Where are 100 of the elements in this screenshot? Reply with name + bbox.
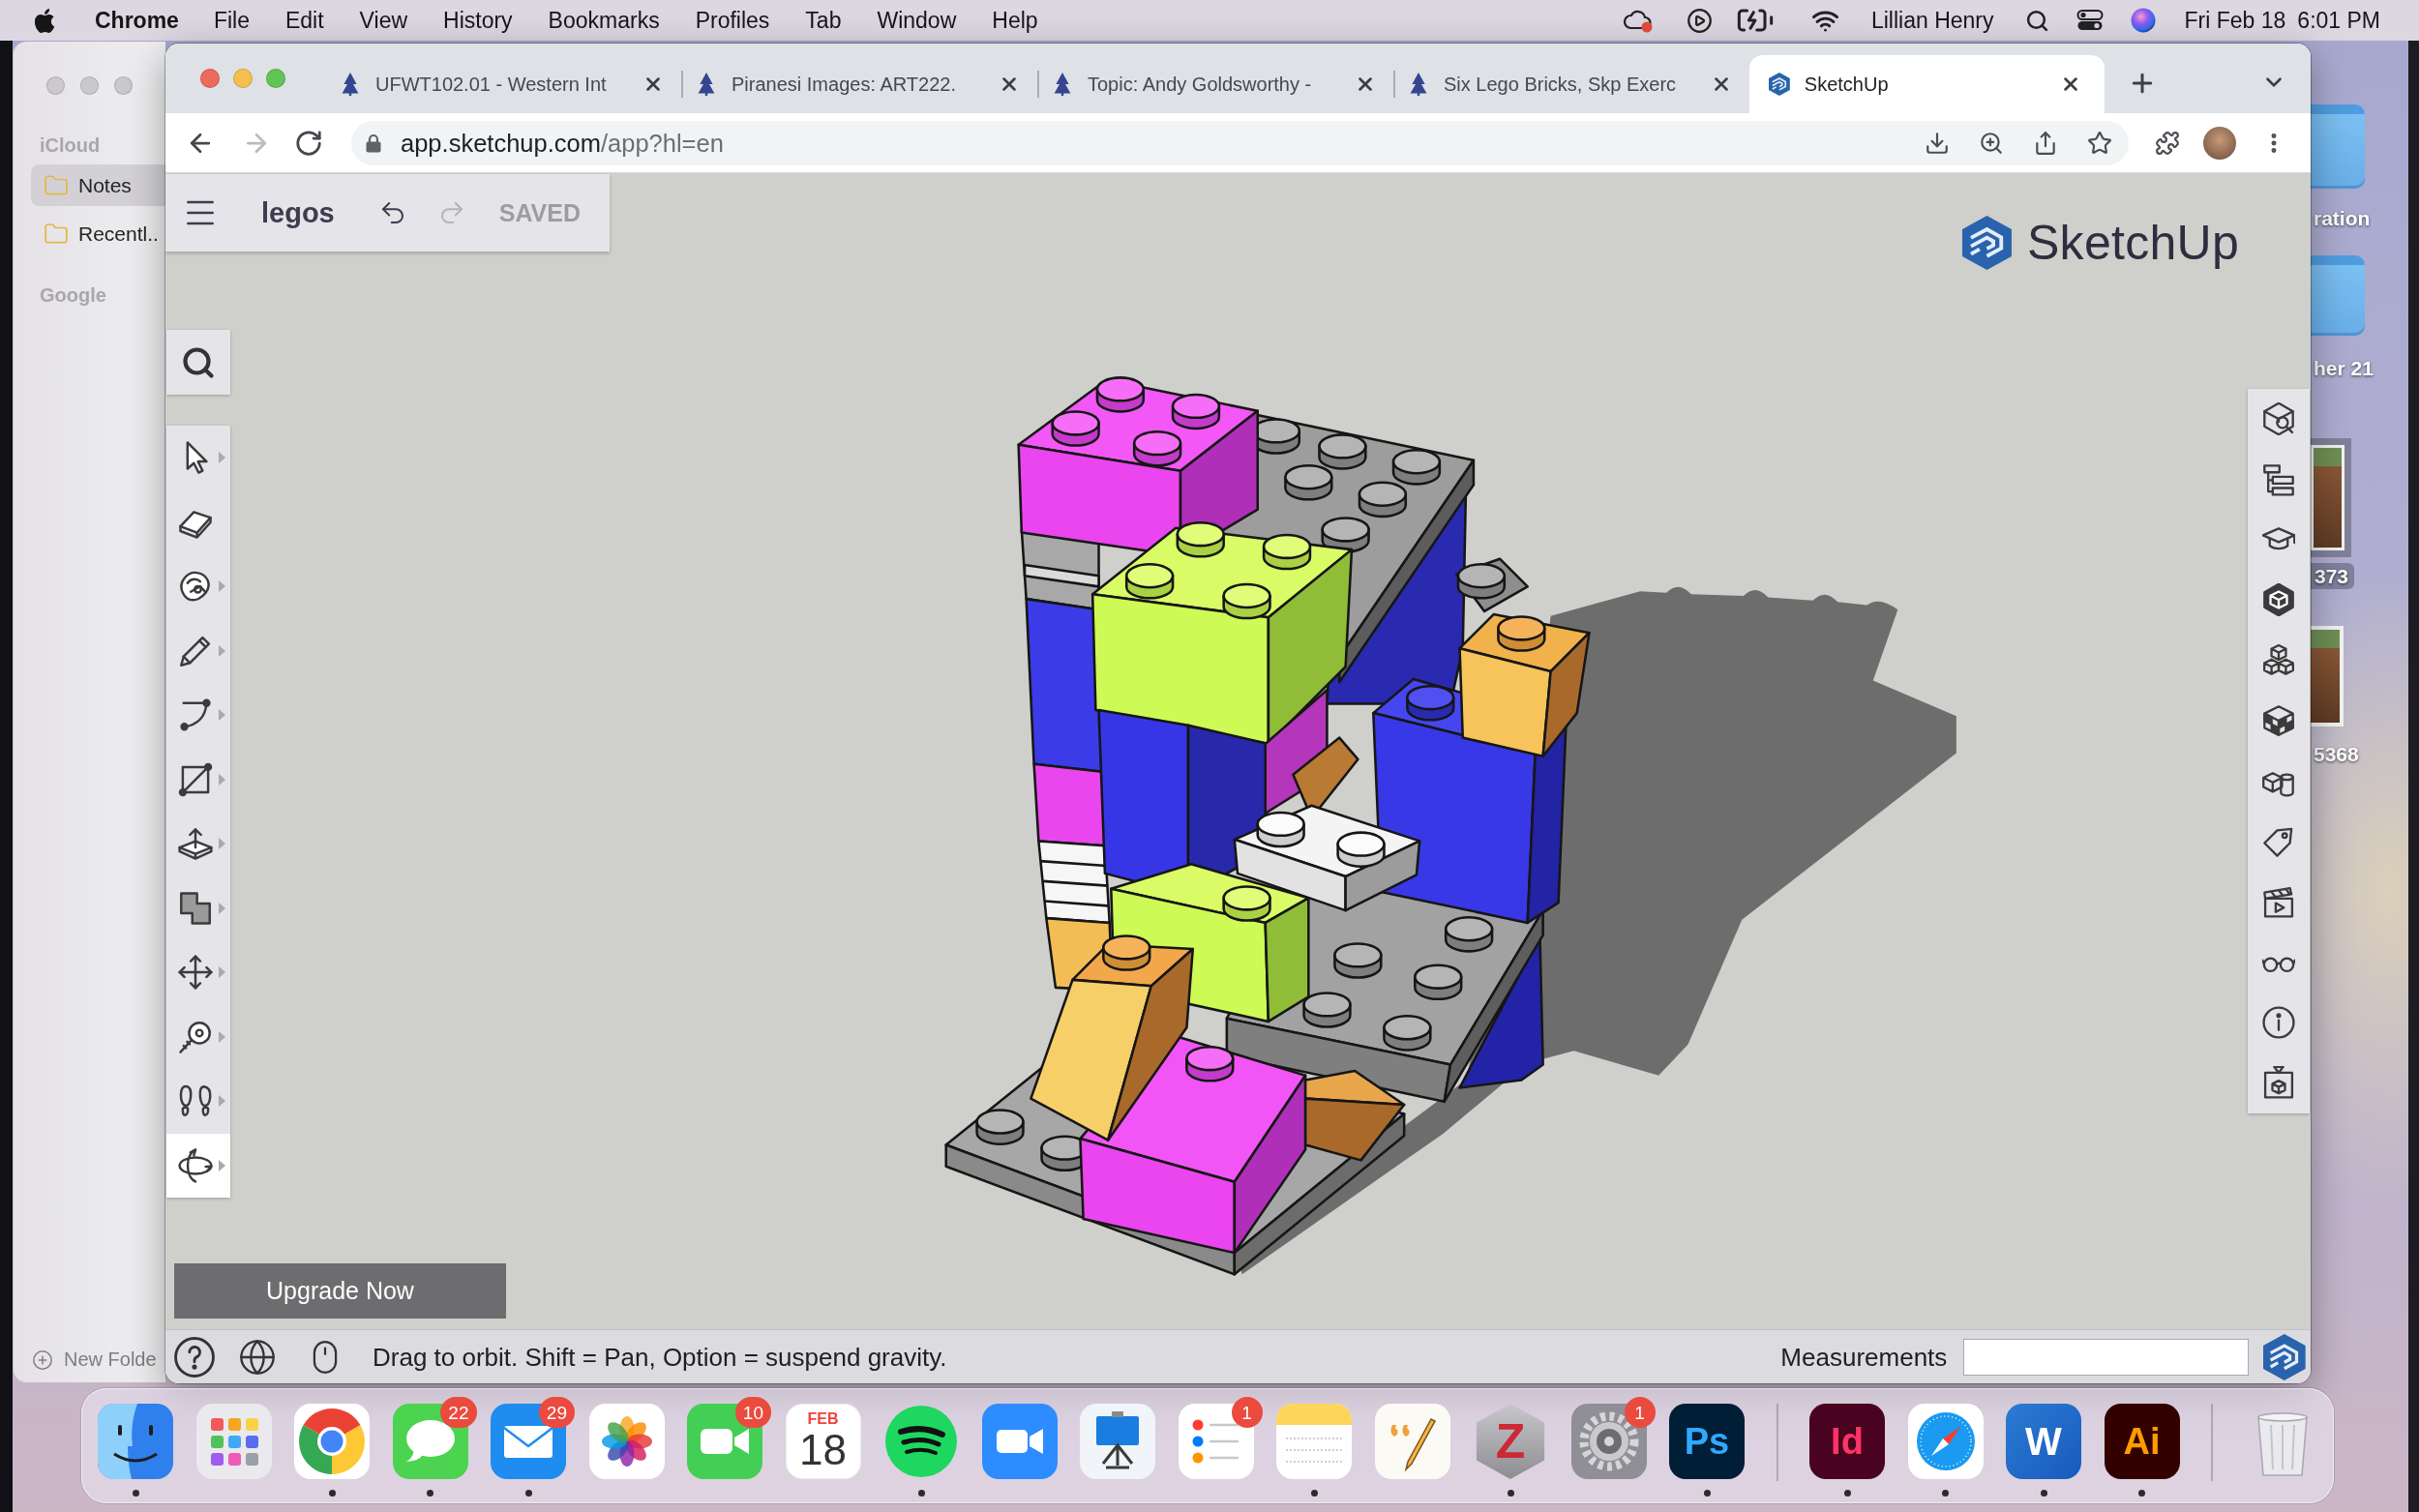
browser-tab[interactable]: Six Lego Bricks, Skp Exerc <box>1395 55 1749 113</box>
menu-time[interactable]: 6:01 PM <box>2297 7 2380 34</box>
menu-item[interactable]: Window <box>877 7 957 34</box>
save-status: SAVED <box>498 198 582 227</box>
star-icon[interactable] <box>2087 130 2112 156</box>
orb-icon[interactable] <box>2130 8 2156 33</box>
desktop-item-label: 5368 <box>2313 742 2359 767</box>
window-close-icon[interactable] <box>200 69 220 88</box>
tool-button[interactable] <box>166 426 230 490</box>
notification-badge: 22 <box>440 1397 477 1428</box>
search-button[interactable] <box>166 330 230 395</box>
profile-avatar[interactable] <box>2203 126 2236 160</box>
search-icon[interactable] <box>2024 8 2049 33</box>
footprints-icon <box>178 1083 213 1119</box>
app-grid-icon[interactable] <box>195 1404 272 1479</box>
search-icon <box>181 344 216 380</box>
calendar-tile[interactable]: FEB 18 <box>785 1404 861 1479</box>
reload-icon[interactable] <box>294 128 323 158</box>
viewport-canvas[interactable]: legos SAVED SketchUp Upgrade Now <box>165 173 2311 1329</box>
download-icon[interactable] <box>1925 130 1950 156</box>
menu-item[interactable]: View <box>359 7 408 34</box>
sound-waves-icon[interactable] <box>883 1404 959 1479</box>
browser-tab[interactable]: Topic: Andy Goldsworthy - <box>1039 55 1393 113</box>
menu-item[interactable]: File <box>213 7 250 34</box>
app-menu[interactable]: Chrome <box>95 7 179 34</box>
menu-item[interactable]: Tab <box>805 7 842 34</box>
podium-icon[interactable] <box>1080 1404 1155 1479</box>
tree-icon <box>342 73 359 96</box>
slab-arrow-icon <box>178 826 213 862</box>
video-camera-icon[interactable] <box>687 1404 762 1479</box>
menu-date[interactable]: Fri Feb 18 <box>2184 7 2286 34</box>
stepped-squares-icon <box>178 890 213 926</box>
user-name[interactable]: Lillian Henry <box>1870 7 1994 34</box>
sidebar-item[interactable]: Recentl.. <box>31 213 165 254</box>
quote-pen-icon[interactable] <box>1374 1404 1450 1479</box>
menu-item[interactable]: Bookmarks <box>548 7 660 34</box>
apple-icon[interactable] <box>35 7 57 34</box>
zoom-in-icon[interactable] <box>1979 130 2004 156</box>
box-arrow-icon <box>2262 1066 2295 1100</box>
app-letter-tile[interactable]: Ai <box>2104 1404 2180 1479</box>
share-icon[interactable] <box>2033 130 2058 156</box>
status-hint: Drag to orbit. Shift = Pan, Option = suspend gravity. <box>373 1341 947 1373</box>
section-heading: iCloud <box>39 133 102 157</box>
app-letter-tile[interactable]: W <box>2006 1404 2081 1479</box>
tool-button[interactable] <box>166 1133 230 1198</box>
puzzle-piece-icon[interactable] <box>2155 130 2180 156</box>
menu-item[interactable]: Profiles <box>695 7 770 34</box>
hexagon-logo-icon <box>1962 216 2012 270</box>
plus-circle-icon <box>32 1349 53 1371</box>
paint-bucket-icon <box>178 569 213 605</box>
panel-button[interactable] <box>2248 389 2310 450</box>
app-letter-tile[interactable]: Ps <box>1669 1404 1745 1479</box>
cube-magnifier-icon <box>2262 402 2295 436</box>
cloud-icon[interactable] <box>1622 8 1654 33</box>
lock-icon <box>366 133 381 153</box>
measurements-field[interactable] <box>1963 1338 2250 1376</box>
flower-icon[interactable] <box>588 1404 665 1479</box>
calendar-day: 18 <box>799 1428 847 1472</box>
browser-tab[interactable]: Piranesi Images: ART222. <box>683 55 1037 113</box>
folder-icon <box>44 221 69 247</box>
smiling-face-icon[interactable] <box>98 1404 173 1479</box>
envelope-icon[interactable] <box>491 1404 566 1479</box>
new-folder-button[interactable]: New Folde <box>32 1349 165 1371</box>
address-bar[interactable]: app.sketchup.com/app?hl=en <box>351 120 2129 165</box>
checkered-cube-icon <box>2262 704 2295 738</box>
tool-button[interactable] <box>166 1069 230 1134</box>
menu-item[interactable]: History <box>443 7 513 34</box>
measurements-label: Measurements <box>1780 1341 1948 1373</box>
checklist-icon[interactable] <box>1178 1404 1254 1479</box>
hexagon-cube-icon <box>2262 583 2295 617</box>
stacked-cubes-icon <box>2262 643 2295 677</box>
desktop-item-label: 373 <box>2311 563 2355 589</box>
play-circle-icon[interactable] <box>1686 7 1713 34</box>
upgrade-button[interactable]: Upgrade Now <box>174 1263 506 1319</box>
app-letter-tile[interactable]: Id <box>1809 1404 1885 1479</box>
photo-placeholder[interactable] <box>2311 438 2351 557</box>
menu-item[interactable]: Edit <box>284 7 324 34</box>
menu-item[interactable]: Help <box>992 7 1038 34</box>
tree-icon <box>1054 73 1071 96</box>
desktop-item-label: ration <box>2313 206 2371 231</box>
sidebar-item[interactable]: Notes <box>31 164 165 206</box>
orbit-icon <box>178 1147 213 1183</box>
logo-text: SketchUp <box>2026 216 2240 270</box>
arc-icon <box>178 697 213 733</box>
hexagon-logo-icon[interactable] <box>2263 1333 2306 1380</box>
toggles-icon[interactable] <box>2076 9 2104 32</box>
help-icon[interactable] <box>174 1336 215 1378</box>
hexagon-logo-icon <box>1769 73 1790 96</box>
clapperboard-icon <box>2262 885 2295 919</box>
compass-icon[interactable] <box>1907 1404 1984 1479</box>
globe-icon[interactable] <box>238 1337 277 1377</box>
video-camera-icon[interactable] <box>981 1404 1058 1479</box>
browser-tab[interactable]: UFWT102.01 - Western Int <box>327 55 681 113</box>
gear-icon[interactable] <box>1570 1404 1647 1479</box>
notification-badge: 10 <box>734 1397 771 1428</box>
browser-tab[interactable]: SketchUp <box>1749 55 2105 113</box>
tree-list-icon <box>2262 462 2295 496</box>
panel-button[interactable] <box>2248 1052 2310 1113</box>
four-way-arrows-icon <box>178 955 213 991</box>
speech-bubble-icon[interactable] <box>392 1404 468 1479</box>
